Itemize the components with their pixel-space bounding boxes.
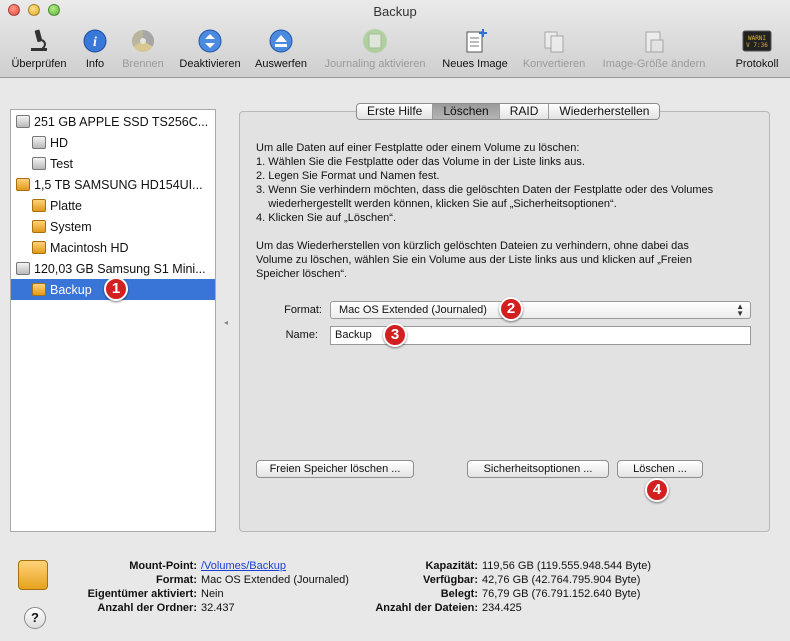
log-icon: WARNI V 7:36	[742, 30, 772, 52]
sidebar-item-disk[interactable]: 251 GB APPLE SSD TS256C...	[11, 111, 215, 132]
info-label: Verfügbar:	[422, 574, 478, 586]
toolbar-burn-button[interactable]: Brennen	[118, 28, 168, 74]
info-label: Belegt:	[440, 588, 478, 600]
security-options-button[interactable]: Sicherheitsoptionen ...	[467, 460, 609, 478]
eject-icon	[269, 29, 293, 53]
toolbar-log-button[interactable]: WARNI V 7:36 Protokoll	[730, 28, 784, 74]
info-value: 76,79 GB (76.791.152.640 Byte)	[482, 588, 641, 600]
erase-free-space-button[interactable]: Freien Speicher löschen ...	[256, 460, 414, 478]
info-value: Nein	[201, 588, 224, 600]
help-button[interactable]: ?	[24, 607, 46, 629]
erase-button[interactable]: Löschen ...	[617, 460, 703, 478]
info-label: Anzahl der Ordner:	[97, 602, 197, 614]
name-label: Name:	[285, 329, 318, 341]
free-space-text: Volume zu löschen, wählen Sie ein Volume…	[256, 254, 692, 266]
free-space-text: Speicher löschen“.	[256, 268, 348, 280]
burn-icon	[132, 30, 154, 52]
tab-restore[interactable]: Wiederherstellen	[549, 104, 659, 119]
convert-icon	[544, 31, 564, 53]
resize-image-icon	[645, 31, 664, 53]
erase-step: wiederhergestellt werden können, klicken…	[256, 198, 617, 210]
usb-volume-icon	[18, 560, 48, 590]
disk-list[interactable]: 251 GB APPLE SSD TS256C... HD Test 1,5 T…	[10, 109, 216, 532]
erase-step: 1. Wählen Sie die Festplatte oder das Vo…	[256, 156, 585, 168]
format-select[interactable]: Mac OS Extended (Journaled) ▲ ▼	[330, 301, 751, 319]
info-value: 119,56 GB (119.555.948.544 Byte)	[482, 560, 651, 572]
external-disk-icon	[16, 178, 30, 191]
info-label: Mount-Point:	[129, 560, 197, 572]
svg-text:i: i	[93, 35, 97, 50]
tab-raid[interactable]: RAID	[500, 104, 550, 119]
external-volume-icon	[32, 283, 46, 296]
split-view-handle[interactable]: ◂	[224, 318, 228, 327]
sidebar-item-volume[interactable]: Platte	[11, 195, 215, 216]
tab-first-aid[interactable]: Erste Hilfe	[357, 104, 434, 119]
volume-icon	[32, 157, 46, 170]
new-image-icon	[466, 29, 487, 53]
format-label: Format:	[284, 304, 322, 316]
toolbar-journaling-button[interactable]: Journaling aktivieren	[316, 28, 434, 74]
annotation-badge-1: 1	[104, 277, 128, 301]
info-label: Anzahl der Dateien:	[375, 602, 478, 614]
erase-intro-text: Um alle Daten auf einer Festplatte oder …	[256, 142, 580, 154]
volume-icon	[32, 136, 46, 149]
external-volume-icon	[32, 199, 46, 212]
erase-step: 4. Klicken Sie auf „Löschen“.	[256, 212, 397, 224]
select-arrows-icon: ▲ ▼	[736, 302, 744, 318]
hard-disk-icon	[16, 262, 30, 275]
info-label: Kapazität:	[425, 560, 478, 572]
svg-text:WARNI: WARNI	[748, 35, 766, 42]
journaling-icon	[363, 29, 387, 53]
erase-step: 2. Legen Sie Format und Namen fest.	[256, 170, 440, 182]
svg-text:V 7:36: V 7:36	[746, 42, 768, 49]
unmount-icon	[198, 29, 222, 53]
info-icon: i	[83, 29, 107, 53]
info-label: Eigentümer aktiviert:	[87, 588, 197, 600]
toolbar-unmount-button[interactable]: Deaktivieren	[176, 28, 244, 74]
external-volume-icon	[32, 220, 46, 233]
toolbar-new-image-button[interactable]: Neues Image	[438, 28, 512, 74]
info-value: 42,76 GB (42.764.795.904 Byte)	[482, 574, 641, 586]
microscope-icon	[31, 29, 47, 51]
sidebar-item-volume[interactable]: HD	[11, 132, 215, 153]
info-value: Mac OS Extended (Journaled)	[201, 574, 349, 586]
sidebar-item-disk[interactable]: 1,5 TB SAMSUNG HD154UI...	[11, 174, 215, 195]
toolbar-info-button[interactable]: i Info	[78, 28, 112, 74]
sidebar-item-volume[interactable]: System	[11, 216, 215, 237]
hard-disk-icon	[16, 115, 30, 128]
free-space-text: Um das Wiederherstellen von kürzlich gel…	[256, 240, 689, 252]
annotation-badge-2: 2	[499, 297, 523, 321]
sidebar-item-volume[interactable]: Macintosh HD	[11, 237, 215, 258]
sidebar-item-disk[interactable]: 120,03 GB Samsung S1 Mini...	[11, 258, 215, 279]
toolbar-convert-button[interactable]: Konvertieren	[518, 28, 590, 74]
toolbar-resize-image-button[interactable]: Image-Größe ändern	[596, 28, 712, 74]
toolbar-verify-button[interactable]: Überprüfen	[6, 28, 72, 74]
erase-step: 3. Wenn Sie verhindern möchten, dass die…	[256, 184, 714, 196]
sidebar-item-volume[interactable]: Test	[11, 153, 215, 174]
tab-bar: Erste Hilfe Löschen RAID Wiederherstelle…	[356, 103, 661, 120]
info-value: 234.425	[482, 602, 522, 614]
tab-erase[interactable]: Löschen	[433, 104, 500, 119]
info-label: Format:	[156, 574, 197, 586]
info-value: 32.437	[201, 602, 235, 614]
annotation-badge-4: 4	[645, 478, 669, 502]
external-volume-icon	[32, 241, 46, 254]
toolbar-eject-button[interactable]: Auswerfen	[252, 28, 310, 74]
annotation-badge-3: 3	[383, 323, 407, 347]
mount-point-link[interactable]: /Volumes/Backup	[201, 560, 286, 572]
window-title: Backup	[373, 4, 417, 19]
